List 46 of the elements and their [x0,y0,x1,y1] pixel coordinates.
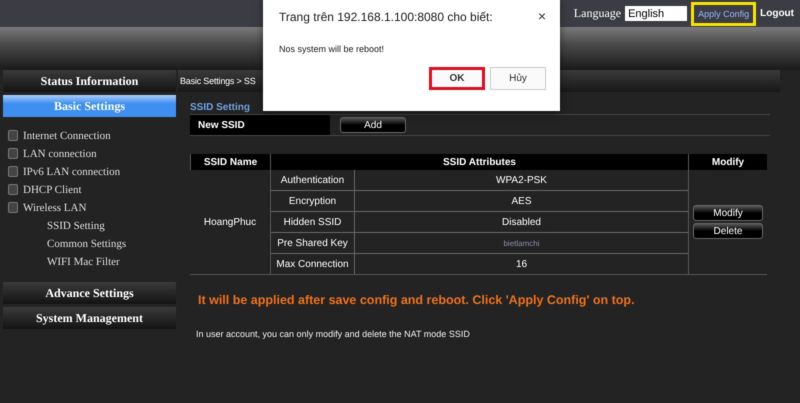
dialog-title: Trang trên 192.168.1.100:8080 cho biết: [279,10,493,24]
sidebar-item[interactable]: Wireless LAN [8,200,176,215]
language-label: Language [574,6,622,21]
sidebar-item[interactable]: Internet Connection [8,128,176,143]
column-header: SSID Attributes [270,154,688,170]
attribute-value: 16 [514,258,528,272]
note-text: In user account, you can only modify and delete the NAT mode SSID [195,329,471,339]
sidebar-section[interactable]: Status Information [3,70,176,92]
breadcrumb: Basic Settings > SS [180,76,256,86]
sidebar-item[interactable]: DHCP Client [8,182,176,197]
attribute-label: Authentication [271,170,355,190]
column-header: SSID Name [190,154,270,170]
delete-button[interactable]: Delete [693,223,763,239]
attribute-label: Hidden SSID [271,212,355,232]
square-icon [8,166,18,177]
sidebar-section[interactable]: Advance Settings [3,282,176,304]
modify-button[interactable]: Modify [693,205,763,221]
ok-button[interactable]: OK [429,67,485,90]
attribute-value: bietlamchi [502,238,540,250]
attribute-value: Disabled [501,216,542,230]
sidebar-subitem[interactable]: SSID Setting [8,218,176,233]
section-title: SSID Setting [190,102,252,113]
apply-config-link[interactable]: Apply Config [691,2,756,26]
close-button[interactable]: × [538,10,546,22]
language-select[interactable]: English [625,6,688,21]
sidebar-item[interactable]: IPv6 LAN connection [8,164,176,179]
square-icon [8,184,18,195]
logout-link[interactable]: Logout [760,8,794,19]
square-icon [8,130,18,141]
sidebar-subitem[interactable]: Common Settings [8,236,176,251]
new-ssid-label: New SSID [190,115,330,135]
add-button[interactable]: Add [340,117,406,133]
square-icon [8,148,18,159]
warning-text: It will be applied after save config and reboot. Click 'Apply Config' on top. [197,293,636,307]
sidebar-section[interactable]: System Management [3,307,176,329]
dialog-message: Nos system will be reboot! [279,44,386,54]
sidebar-item[interactable]: LAN connection [8,146,176,161]
square-icon [8,202,18,213]
attribute-label: Max Connection [271,254,355,274]
sidebar-subitem[interactable]: WIFI Mac Filter [8,254,176,269]
attribute-value: AES [510,194,532,208]
cancel-button[interactable]: Hủy [490,67,546,90]
column-header: Modify [688,154,767,170]
attribute-label: Encryption [271,191,355,211]
attribute-value: WPA2-PSK [495,174,548,188]
attribute-label: Pre Shared Key [271,233,355,253]
